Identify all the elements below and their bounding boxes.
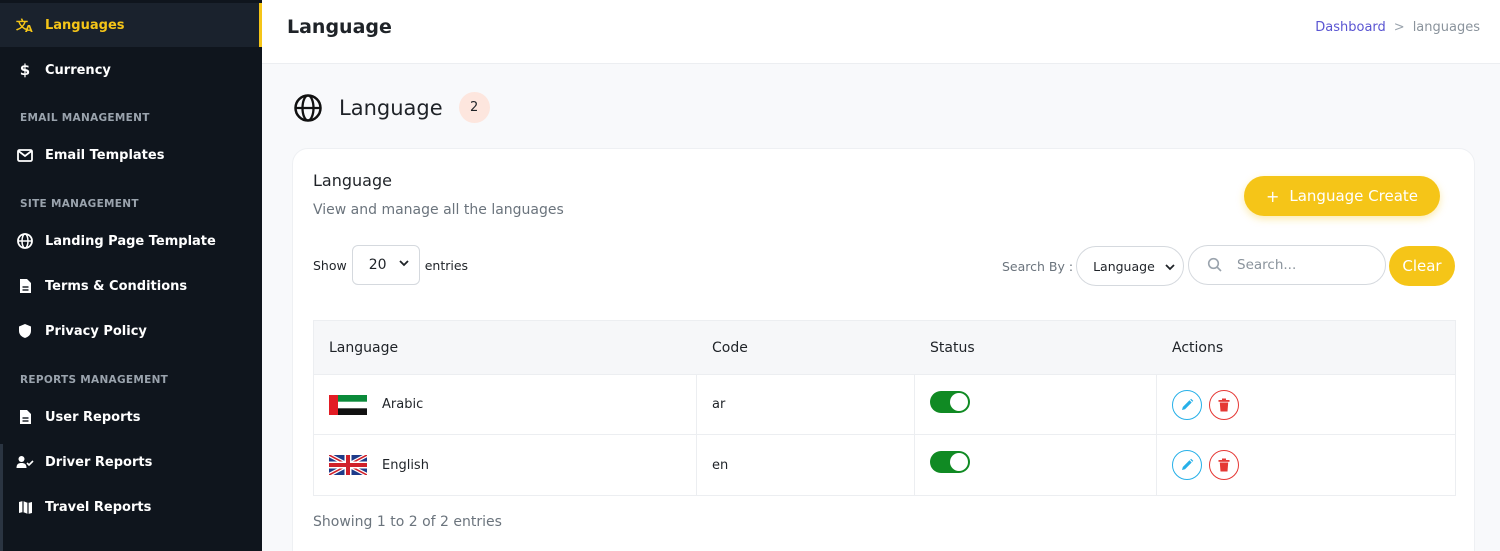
table-footer-info: Showing 1 to 2 of 2 entries — [313, 514, 502, 530]
sidebar-item-driver-reports[interactable]: Driver Reports — [0, 440, 262, 484]
sidebar-item-travel-reports[interactable]: Travel Reports — [0, 485, 262, 529]
pencil-icon — [1182, 458, 1194, 470]
report-icon — [16, 408, 34, 426]
sidebar-item-user-reports[interactable]: User Reports — [0, 395, 262, 439]
sidebar-scrollbar[interactable] — [0, 444, 3, 551]
sidebar-item-label: Languages — [45, 17, 125, 33]
breadcrumb-separator: > — [1393, 20, 1405, 35]
language-name: English — [382, 457, 429, 473]
top-header: Language Dashboard > languages — [262, 0, 1500, 64]
language-card: Language View and manage all the languag… — [292, 148, 1475, 551]
user-check-icon — [16, 453, 34, 471]
status-toggle[interactable] — [930, 390, 970, 413]
section-heading: Language 2 — [293, 92, 490, 123]
sidebar-item-label: Driver Reports — [45, 454, 153, 470]
trash-icon — [1218, 458, 1230, 472]
language-create-label: Language Create — [1289, 187, 1419, 205]
delete-button[interactable] — [1209, 389, 1239, 420]
column-header-language[interactable]: Language — [314, 321, 697, 374]
breadcrumb: Dashboard > languages — [1315, 20, 1480, 35]
shield-icon — [16, 322, 34, 340]
page-title: Language — [287, 16, 392, 38]
document-icon — [16, 277, 34, 295]
edit-button[interactable] — [1172, 389, 1202, 420]
code-cell: ar — [697, 375, 915, 434]
edit-button[interactable] — [1172, 450, 1202, 480]
sidebar-item-label: Landing Page Template — [45, 233, 216, 249]
count-badge: 2 — [458, 92, 490, 123]
breadcrumb-dashboard-link[interactable]: Dashboard — [1315, 20, 1386, 35]
chevron-down-icon — [399, 260, 409, 270]
section-site-management: SITE MANAGEMENT — [20, 198, 139, 210]
status-cell — [915, 435, 1157, 495]
chevron-down-icon — [1165, 259, 1175, 274]
sidebar-item-terms-conditions[interactable]: Terms & Conditions — [0, 264, 262, 308]
globe-icon — [16, 232, 34, 250]
uk-flag-icon — [329, 455, 367, 475]
search-input[interactable] — [1237, 257, 1367, 273]
language-name: Arabic — [382, 397, 424, 412]
sidebar-item-privacy-policy[interactable]: Privacy Policy — [0, 309, 262, 353]
card-subtitle: View and manage all the languages — [313, 202, 564, 218]
entries-control: Show 20 entries — [313, 245, 468, 285]
sidebar-item-email-templates[interactable]: Email Templates — [0, 133, 262, 177]
search-by-control: Search By : Language — [1002, 246, 1185, 286]
search-by-select-value: Language — [1093, 258, 1155, 274]
table-row: Arabic ar — [314, 375, 1455, 435]
card-title: Language — [313, 171, 392, 190]
clear-button[interactable]: Clear — [1389, 246, 1455, 286]
column-header-status[interactable]: Status — [915, 321, 1157, 374]
svg-text:A: A — [25, 24, 33, 33]
sidebar-item-label: Currency — [45, 62, 111, 78]
search-by-select[interactable]: Language — [1076, 246, 1185, 286]
table-header-row: Language Code Status Actions — [314, 321, 1455, 375]
dollar-icon: $ — [19, 61, 31, 79]
sidebar-item-label: User Reports — [45, 409, 141, 425]
mail-icon — [16, 146, 34, 164]
uae-flag-icon — [329, 394, 367, 415]
entries-select[interactable]: 20 — [351, 245, 420, 285]
sidebar-item-currency[interactable]: $ Currency — [0, 48, 262, 92]
trash-icon — [1218, 398, 1230, 411]
search-field[interactable] — [1188, 245, 1386, 285]
delete-button[interactable] — [1209, 450, 1239, 480]
status-toggle[interactable] — [930, 451, 970, 473]
search-icon — [1207, 257, 1222, 272]
show-label: Show — [313, 257, 347, 273]
breadcrumb-current: languages — [1412, 20, 1480, 35]
table-row: English en — [314, 435, 1455, 495]
search-by-label: Search By : — [1002, 258, 1074, 274]
status-cell — [915, 375, 1157, 434]
pencil-icon — [1182, 398, 1194, 410]
sidebar-item-landing-page-template[interactable]: Landing Page Template — [0, 219, 262, 263]
language-cell: Arabic — [314, 375, 697, 434]
sidebar: 文A Languages $ Currency EMAIL MANAGEMENT… — [0, 0, 262, 551]
column-header-code[interactable]: Code — [697, 321, 915, 374]
column-header-actions: Actions — [1172, 339, 1224, 356]
entries-select-value: 20 — [368, 257, 387, 273]
map-icon — [16, 498, 34, 516]
translate-icon: 文A — [16, 16, 34, 34]
language-create-button[interactable]: + Language Create — [1244, 176, 1440, 216]
toggle-knob — [950, 392, 968, 411]
language-cell: English — [314, 435, 697, 495]
toggle-knob — [950, 453, 968, 471]
languages-table: Language Code Status Actions Arabic ar E… — [313, 320, 1456, 496]
sidebar-item-label: Email Templates — [45, 147, 165, 163]
sidebar-item-label: Privacy Policy — [45, 323, 147, 339]
section-heading-text: Language — [339, 95, 443, 120]
section-reports-management: REPORTS MANAGEMENT — [20, 374, 169, 386]
code-cell: en — [697, 435, 915, 495]
sidebar-item-languages[interactable]: 文A Languages — [0, 3, 262, 47]
actions-cell — [1157, 435, 1455, 495]
sidebar-item-label: Travel Reports — [45, 499, 152, 515]
sidebar-item-label: Terms & Conditions — [45, 278, 188, 294]
entries-label: entries — [424, 257, 469, 273]
actions-cell — [1157, 375, 1455, 434]
plus-icon: + — [1265, 186, 1280, 206]
section-email-management: EMAIL MANAGEMENT — [20, 112, 150, 124]
globe-icon — [294, 93, 322, 122]
